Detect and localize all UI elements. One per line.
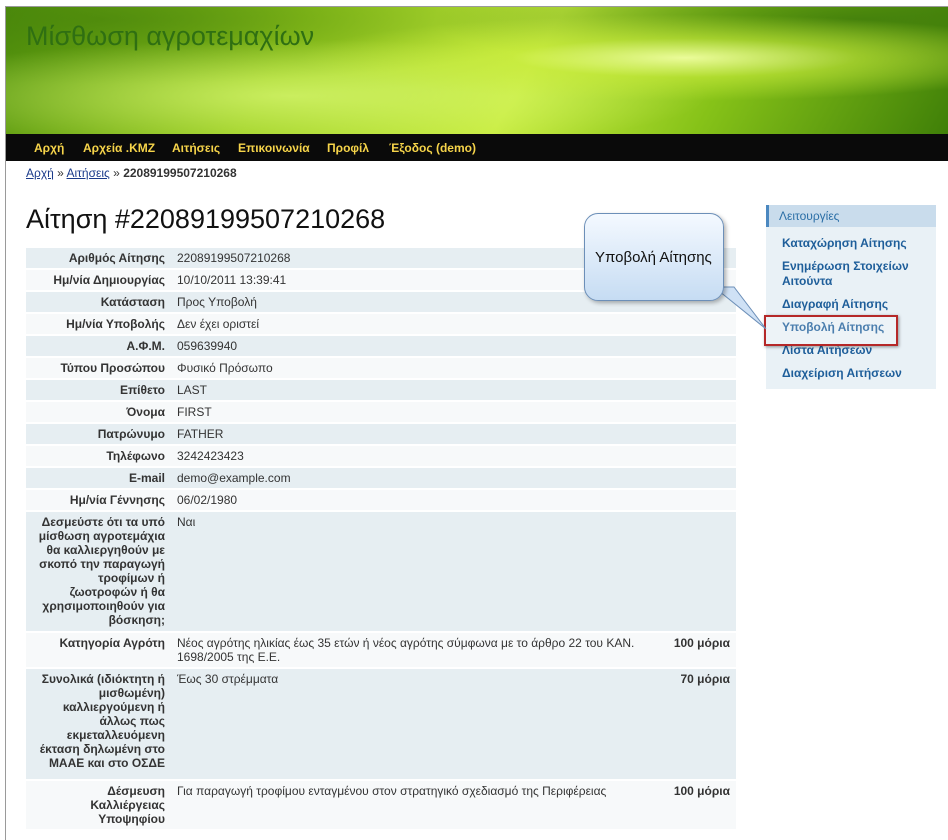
- sidebar-heading: Λειτουργίες: [766, 205, 936, 227]
- field-label: Επίθετο: [26, 380, 171, 400]
- breadcrumb-separator: »: [57, 166, 64, 180]
- table-row: Α.Φ.Μ. 059639940: [26, 336, 736, 356]
- table-row: Επίθετο LAST: [26, 380, 736, 400]
- nav-item-home[interactable]: Αρχή: [34, 141, 64, 155]
- nav-item-applications[interactable]: Αιτήσεις: [172, 141, 220, 155]
- application-details-table: Αριθμός Αίτησης 22089199507210268 Ημ/νία…: [26, 246, 736, 831]
- field-value: demo@example.com: [171, 468, 736, 488]
- field-value: Έως 30 στρέμματα: [171, 669, 654, 779]
- site-title: Μίσθωση αγροτεμαχίων: [26, 21, 315, 51]
- breadcrumb-home[interactable]: Αρχή: [26, 166, 54, 180]
- sidebar-link-create[interactable]: Καταχώρηση Αίτησης: [782, 236, 907, 251]
- nav-item-logout[interactable]: Έξοδος (demo): [389, 141, 476, 155]
- table-row: Πατρώνυμο FATHER: [26, 424, 736, 444]
- breadcrumb-current: 22089199507210268: [123, 166, 237, 180]
- field-value: 059639940: [171, 336, 736, 356]
- field-label: Όνομα: [26, 402, 171, 422]
- main-nav: Αρχή Αρχεία .KMZ Αιτήσεις Επικοινωνία Πρ…: [6, 134, 948, 161]
- page: Μίσθωση αγροτεμαχίων Αρχή Αρχεία .KMZ Αι…: [5, 6, 948, 840]
- field-label: Δεσμεύστε ότι τα υπό μίσθωση αγροτεμάχια…: [26, 512, 171, 631]
- field-label: Ημ/νία Δημιουργίας: [26, 270, 171, 290]
- field-points: 100 μόρια: [654, 633, 736, 667]
- field-value: Δεν έχει οριστεί: [171, 314, 736, 334]
- sidebar-heading-label: Λειτουργίες: [779, 209, 840, 223]
- field-label: Ημ/νία Γέννησης: [26, 490, 171, 510]
- breadcrumb: Αρχή » Αιτήσεις » 22089199507210268: [26, 166, 237, 180]
- sidebar-link-update-applicant[interactable]: Ενημέρωση Στοιχείων Αιτούντα: [782, 259, 922, 289]
- field-label: Πατρώνυμο: [26, 424, 171, 444]
- callout-bubble: Υποβολή Αίτησης: [584, 213, 724, 301]
- field-value: FATHER: [171, 424, 736, 444]
- table-row: Συνολικά (ιδιόκτητη ή μισθωμένη) καλλιερ…: [26, 669, 736, 779]
- table-row: Όνομα FIRST: [26, 402, 736, 422]
- table-row: E-mail demo@example.com: [26, 468, 736, 488]
- field-value: LAST: [171, 380, 736, 400]
- field-points: 70 μόρια: [654, 669, 736, 779]
- field-label: Δέσμευση Καλλιέργειας Υποψηφίου: [26, 781, 171, 829]
- field-label: Α.Φ.Μ.: [26, 336, 171, 356]
- sidebar-link-manage[interactable]: Διαχείριση Αιτήσεων: [782, 366, 902, 381]
- field-label: Ημ/νία Υποβολής: [26, 314, 171, 334]
- nav-item-kmz[interactable]: Αρχεία .KMZ: [83, 141, 155, 155]
- table-row: Τηλέφωνο 3242423423: [26, 446, 736, 466]
- table-row: Κατηγορία Αγρότη Νέος αγρότης ηλικίας έω…: [26, 633, 736, 667]
- field-label: Τηλέφωνο: [26, 446, 171, 466]
- field-value: Για παραγωγή τροφίμου ενταγμένου στον στ…: [171, 781, 654, 829]
- field-points: 100 μόρια: [654, 781, 736, 829]
- field-label: Συνολικά (ιδιόκτητη ή μισθωμένη) καλλιερ…: [26, 669, 171, 779]
- table-row: Ημ/νία Γέννησης 06/02/1980: [26, 490, 736, 510]
- callout-text: Υποβολή Αίτησης: [595, 249, 712, 266]
- field-label: Κατηγορία Αγρότη: [26, 633, 171, 667]
- table-row: Δέσμευση Καλλιέργειας Υποψηφίου Για παρα…: [26, 781, 736, 829]
- nav-item-profile[interactable]: Προφίλ: [327, 141, 369, 155]
- field-label: Τύπου Προσώπου: [26, 358, 171, 378]
- page-title: Αίτηση #22089199507210268: [26, 204, 386, 234]
- submit-highlight-frame: [764, 315, 898, 346]
- actions-sidebar: Λειτουργίες Καταχώρηση Αίτησης Ενημέρωση…: [766, 205, 936, 389]
- field-value: Ναι: [171, 512, 736, 631]
- header-banner: Μίσθωση αγροτεμαχίων: [6, 7, 948, 134]
- field-value: 3242423423: [171, 446, 736, 466]
- breadcrumb-applications[interactable]: Αιτήσεις: [67, 166, 110, 180]
- breadcrumb-separator: »: [113, 166, 120, 180]
- field-value: 06/02/1980: [171, 490, 736, 510]
- table-row: Δεσμεύστε ότι τα υπό μίσθωση αγροτεμάχια…: [26, 512, 736, 631]
- sidebar-link-delete[interactable]: Διαγραφή Αίτησης: [782, 297, 888, 312]
- table-row: Τύπου Προσώπου Φυσικό Πρόσωπο: [26, 358, 736, 378]
- field-label: Κατάσταση: [26, 292, 171, 312]
- field-value: Νέος αγρότης ηλικίας έως 35 ετών ή νέος …: [171, 633, 654, 667]
- field-label: Αριθμός Αίτησης: [26, 248, 171, 268]
- field-value: FIRST: [171, 402, 736, 422]
- field-label: E-mail: [26, 468, 171, 488]
- field-value: Φυσικό Πρόσωπο: [171, 358, 736, 378]
- nav-item-contact[interactable]: Επικοινωνία: [238, 141, 310, 155]
- table-row: Ημ/νία Υποβολής Δεν έχει οριστεί: [26, 314, 736, 334]
